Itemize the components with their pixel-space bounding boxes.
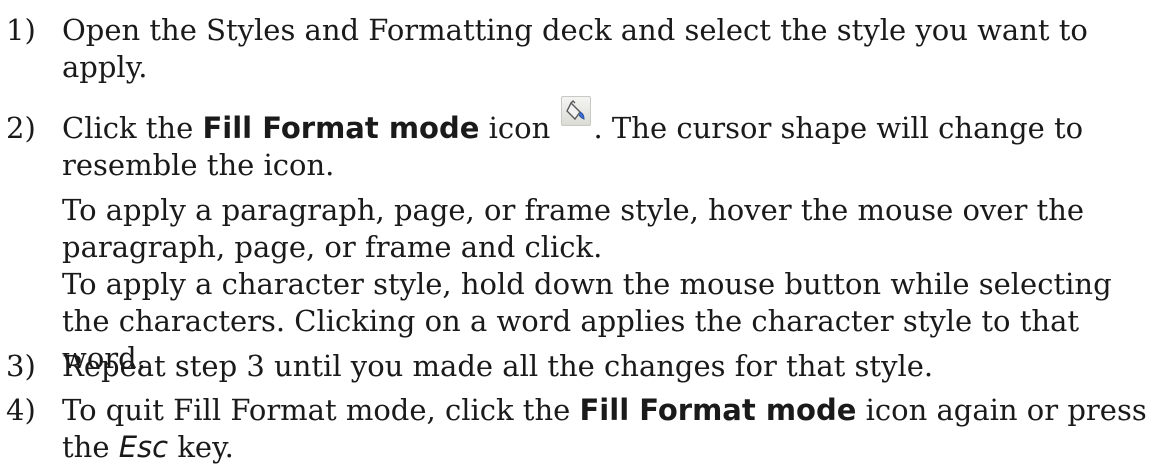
fill-format-mode-label: Fill Format mode (202, 111, 480, 145)
step-2-text-mid: icon (479, 111, 560, 145)
step-2-line-1: Click the Fill Format mode icon . The cu… (62, 96, 1167, 147)
step-number: 4) (6, 393, 36, 427)
step-4-text-pre: To quit Fill Format mode, click the (62, 393, 580, 427)
esc-key-label: Esc (118, 430, 169, 464)
step-3-line-1: Repeat step 3 until you made all the cha… (62, 349, 934, 383)
step-1-line-2: apply. (62, 50, 148, 84)
step-2-subparagraph-1: To apply a paragraph, page, or frame sty… (0, 192, 1167, 266)
step-4-line-1: To quit Fill Format mode, click the Fill… (62, 392, 1167, 429)
sub-1-line-1: To apply a paragraph, page, or frame sty… (62, 193, 1085, 227)
step-4-line-2-pre: the (62, 430, 119, 464)
sub-2-line-1: To apply a character style, hold down th… (62, 267, 1112, 301)
fill-format-mode-label: Fill Format mode (579, 393, 857, 427)
step-1: 1) Open the Styles and Formatting deck a… (0, 12, 1167, 86)
step-1-line-1: Open the Styles and Formatting deck and … (62, 13, 1088, 47)
step-4-line-2-post: key. (168, 430, 234, 464)
step-4-text-post: icon again or press (856, 393, 1147, 427)
step-2-line-2: resemble the icon. (62, 148, 335, 182)
paint-bucket-icon (561, 96, 592, 126)
step-2-text-post: . The cursor shape will change to (593, 111, 1084, 145)
step-4-line-2: the Esc key. (62, 429, 1167, 466)
sub-1-line-2: paragraph, page, or frame and click. (62, 230, 603, 264)
step-number: 1) (6, 13, 36, 47)
step-2: 2) Click the Fill Format mode icon . The… (0, 96, 1167, 184)
step-2-text-pre: Click the (62, 111, 203, 145)
step-number: 3) (6, 349, 36, 383)
step-number: 2) (6, 111, 36, 145)
step-3: 3) Repeat step 3 until you made all the … (0, 348, 1167, 385)
step-4: 4) To quit Fill Format mode, click the F… (0, 392, 1167, 466)
sub-2-line-2: the characters. Clicking on a word appli… (62, 304, 1080, 338)
